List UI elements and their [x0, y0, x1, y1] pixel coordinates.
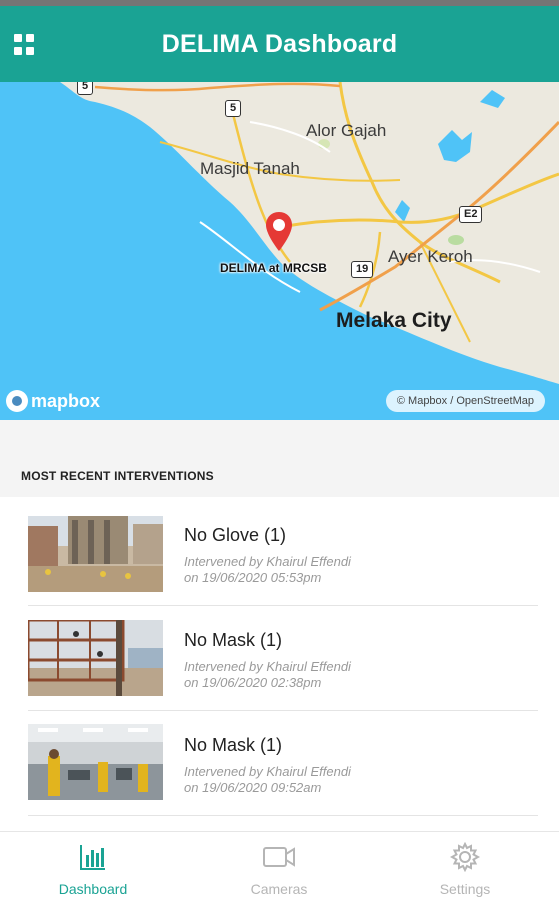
- mapbox-logo-icon: [6, 390, 28, 412]
- bottom-navigation: Dashboard Cameras Settings: [0, 831, 559, 900]
- section-header: [0, 420, 559, 496]
- intervention-thumbnail: [28, 620, 163, 696]
- route-shield: E2: [459, 206, 483, 223]
- nav-item-dashboard[interactable]: Dashboard: [0, 832, 186, 900]
- interventions-list: No Glove (1) Intervened by Khairul Effen…: [0, 497, 559, 831]
- mapbox-logo-text: mapbox: [31, 390, 101, 411]
- list-item[interactable]: No Glove (1) Intervened by Khairul Effen…: [0, 497, 559, 606]
- intervention-thumbnail: [28, 724, 163, 800]
- video-camera-icon: [263, 847, 295, 867]
- map-place-label: Ayer Keroh: [388, 247, 473, 266]
- intervention-title: No Mask (1): [184, 735, 283, 755]
- intervention-time: on 19/06/2020 09:52am: [184, 780, 322, 795]
- intervention-by: Intervened by Khairul Effendi: [184, 659, 351, 674]
- intervention-title: No Glove (1): [184, 525, 287, 545]
- route-shield: 5: [225, 100, 242, 117]
- nav-label: Settings: [439, 881, 491, 897]
- intervention-by: Intervened by Khairul Effendi: [184, 554, 351, 569]
- location-pin-icon[interactable]: [264, 211, 294, 253]
- mapbox-logo[interactable]: mapbox: [6, 390, 100, 412]
- list-item[interactable]: No Mask (1) Intervened by Khairul Effend…: [0, 707, 559, 816]
- gear-icon: [450, 842, 480, 872]
- nav-label: Dashboard: [58, 881, 128, 897]
- map-place-label: Masjid Tanah: [200, 159, 300, 178]
- map-city-label: Melaka City: [336, 309, 452, 332]
- route-shield: 19: [351, 261, 374, 278]
- route-shield: 5: [77, 82, 94, 95]
- section-title: MOST RECENT INTERVENTIONS: [21, 469, 214, 483]
- nav-item-cameras[interactable]: Cameras: [186, 832, 372, 900]
- grid-menu-icon[interactable]: [14, 34, 36, 56]
- intervention-time: on 19/06/2020 05:53pm: [184, 570, 322, 585]
- app-bar: DELIMA Dashboard: [0, 6, 559, 82]
- nav-item-settings[interactable]: Settings: [372, 832, 558, 900]
- intervention-thumbnail: [28, 516, 163, 592]
- list-item[interactable]: No Mask (1) Intervened by Khairul Effend…: [0, 602, 559, 711]
- bar-chart-icon: [80, 845, 105, 870]
- page-title: DELIMA Dashboard: [161, 29, 398, 58]
- divider: [28, 815, 538, 816]
- nav-label: Cameras: [250, 881, 308, 897]
- map-view[interactable]: 5 5 E2 19 Alor Gajah Masjid Tanah Ayer K…: [0, 82, 559, 420]
- intervention-title: No Mask (1): [184, 630, 283, 650]
- intervention-by: Intervened by Khairul Effendi: [184, 764, 351, 779]
- marker-label: DELIMA at MRCSB: [220, 261, 327, 275]
- intervention-time: on 19/06/2020 02:38pm: [184, 675, 322, 690]
- map-place-label: Alor Gajah: [306, 121, 387, 140]
- map-attribution[interactable]: © Mapbox / OpenStreetMap: [385, 390, 545, 412]
